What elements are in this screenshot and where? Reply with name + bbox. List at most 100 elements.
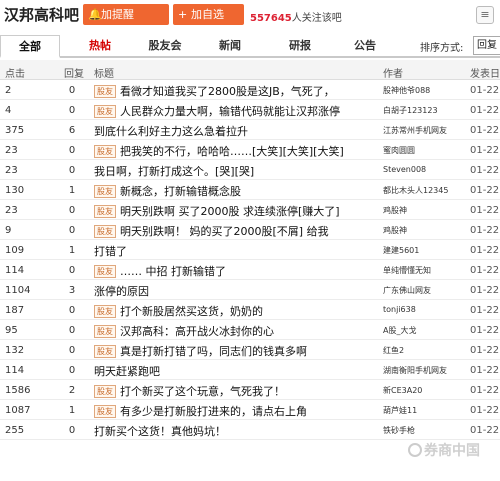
post-title-link[interactable]: 打新买个这货！真他妈坑！ bbox=[94, 423, 379, 439]
click-count: 23 bbox=[5, 145, 18, 156]
click-count: 4 bbox=[5, 105, 12, 116]
post-title-link[interactable]: 明天赶紧跑吧 bbox=[94, 363, 379, 379]
author-link[interactable]: 红鱼2 bbox=[383, 345, 465, 356]
author-link[interactable]: 葫芦娃11 bbox=[383, 405, 465, 416]
author-link[interactable]: 建建5601 bbox=[383, 245, 465, 256]
tab-news[interactable]: 新闻 bbox=[205, 35, 255, 58]
post-title-link[interactable]: 股友 看微才知道我买了2800股是这JB，气死了， bbox=[94, 83, 379, 99]
post-title-link[interactable]: 股友 真是打新打错了吗，同志们的钱真多啊 bbox=[94, 343, 379, 359]
stock-friend-badge: 股友 bbox=[94, 145, 116, 158]
post-date: 01-22 bbox=[470, 325, 500, 336]
table-row: 130 1 股友 新概念，打新输错概念股 都比木头人12345 01-22 bbox=[0, 180, 500, 200]
post-title-link[interactable]: 涨停的原因 bbox=[94, 283, 379, 299]
post-title-link[interactable]: 股友 汉邦高科：高开战火冰封你的心 bbox=[94, 323, 379, 339]
author-link[interactable]: 股神他爷088 bbox=[383, 85, 465, 96]
click-count: 95 bbox=[5, 325, 18, 336]
reply-count: 0 bbox=[68, 105, 76, 116]
bar-title[interactable]: 汉邦高科吧 bbox=[4, 4, 79, 25]
post-title-link[interactable]: 股友 打个新买了这个玩意，气死我了！ bbox=[94, 383, 379, 399]
col-clicks: 点击 bbox=[5, 69, 25, 80]
stock-friend-badge: 股友 bbox=[94, 105, 116, 118]
tab-hot[interactable]: 热帖 bbox=[75, 35, 125, 58]
stock-friend-badge: 股友 bbox=[94, 185, 116, 198]
author-link[interactable]: tonji638 bbox=[383, 305, 465, 314]
bar-header: 汉邦高科吧 🔔 加提醒 + 加自选 557645人关注该吧 ≡ bbox=[0, 0, 500, 30]
table-row: 375 6 到底什么利好主力这么急着拉升 江苏常州手机网友 01-22 bbox=[0, 120, 500, 140]
author-link[interactable]: 白胡子123123 bbox=[383, 105, 465, 116]
post-date: 01-22 bbox=[470, 365, 500, 376]
follower-count: 557645人关注该吧 bbox=[250, 9, 342, 24]
click-count: 114 bbox=[5, 265, 25, 276]
add-reminder-button[interactable]: 🔔 加提醒 bbox=[83, 4, 169, 25]
post-date: 01-22 bbox=[470, 105, 500, 116]
reply-count: 0 bbox=[68, 205, 76, 216]
post-title-link[interactable]: 股友 打个新股居然买这货，奶奶的 bbox=[94, 303, 379, 319]
tab-all[interactable]: 全部 bbox=[0, 35, 60, 58]
post-title-link[interactable]: 股友 新概念，打新输错概念股 bbox=[94, 183, 379, 199]
post-date: 01-22 bbox=[470, 225, 500, 236]
reply-count: 1 bbox=[68, 185, 76, 196]
author-link[interactable]: 鸡股神 bbox=[383, 205, 465, 216]
author-link[interactable]: 新CE3A20 bbox=[383, 385, 465, 396]
post-title-link[interactable]: 打错了 bbox=[94, 243, 379, 259]
post-date: 01-22 bbox=[470, 305, 500, 316]
post-title-link[interactable]: 我日啊，打新打成这个。[哭][哭] bbox=[94, 163, 379, 179]
author-link[interactable]: 湖南衡阳手机网友 bbox=[383, 365, 465, 376]
reply-count: 0 bbox=[68, 325, 76, 336]
post-date: 01-22 bbox=[470, 145, 500, 156]
click-count: 130 bbox=[5, 185, 25, 196]
post-title-text: 涨停的原因 bbox=[94, 285, 149, 298]
post-title-text: 到底什么利好主力这么急着拉升 bbox=[94, 125, 248, 138]
author-link[interactable]: 江苏常州手机网友 bbox=[383, 125, 465, 136]
post-title-text: 把我笑的不行，哈哈哈……[大笑][大笑][大笑] bbox=[120, 145, 344, 158]
bell-icon: 🔔 bbox=[88, 8, 102, 21]
post-title-text: 真是打新打错了吗，同志们的钱真多啊 bbox=[120, 345, 307, 358]
post-title-text: 新概念，打新输错概念股 bbox=[120, 185, 241, 198]
click-count: 23 bbox=[5, 165, 18, 176]
click-count: 1586 bbox=[5, 385, 31, 396]
author-link[interactable]: 单纯懵懂无知 bbox=[383, 265, 465, 276]
post-title-link[interactable]: 股友 把我笑的不行，哈哈哈……[大笑][大笑][大笑] bbox=[94, 143, 379, 159]
reply-count: 6 bbox=[68, 125, 76, 136]
click-count: 1104 bbox=[5, 285, 31, 296]
post-title-text: 打新买个这货！真他妈坑！ bbox=[94, 425, 226, 438]
author-link[interactable]: 都比木头人12345 bbox=[383, 185, 465, 196]
author-link[interactable]: Steven008 bbox=[383, 165, 465, 174]
add-favorite-button[interactable]: + 加自选 bbox=[173, 4, 244, 25]
col-title: 标题 bbox=[94, 69, 114, 80]
stock-friend-badge: 股友 bbox=[94, 205, 116, 218]
tab-announcement[interactable]: 公告 bbox=[340, 35, 390, 58]
post-title-link[interactable]: 股友 人民群众力量大啊，输错代码就能让汉邦涨停 bbox=[94, 103, 379, 119]
author-link[interactable]: 鸡股神 bbox=[383, 225, 465, 236]
post-title-link[interactable]: 股友 …… 中招 打新输错了 bbox=[94, 263, 379, 279]
table-row: 1104 3 涨停的原因 广东佛山网友 01-22 bbox=[0, 280, 500, 300]
sort-select[interactable]: 回复 bbox=[473, 36, 500, 55]
post-title-link[interactable]: 到底什么利好主力这么急着拉升 bbox=[94, 123, 379, 139]
click-count: 132 bbox=[5, 345, 25, 356]
click-count: 255 bbox=[5, 425, 25, 436]
col-date: 发表日 bbox=[470, 69, 500, 80]
tab-bar: 全部 热帖 股友会 新闻 研报 公告 排序方式: 回复 bbox=[0, 35, 500, 58]
post-title-text: 明天别跌啊 买了2000股 求连续涨停[赚大了] bbox=[120, 205, 340, 218]
post-title-text: 我日啊，打新打成这个。[哭][哭] bbox=[94, 165, 255, 178]
click-count: 114 bbox=[5, 365, 25, 376]
post-title-link[interactable]: 股友 明天别跌啊！ 妈的买了2000股[不屑] 给我 bbox=[94, 223, 379, 239]
follower-text: 人关注该吧 bbox=[291, 13, 342, 24]
menu-icon[interactable]: ≡ bbox=[476, 6, 494, 24]
reply-count: 3 bbox=[68, 285, 76, 296]
author-link[interactable]: 广东佛山网友 bbox=[383, 285, 465, 296]
stock-friend-badge: 股友 bbox=[94, 225, 116, 238]
post-title-text: 打个新股居然买这货，奶奶的 bbox=[120, 305, 263, 318]
reply-count: 0 bbox=[68, 145, 76, 156]
post-title-link[interactable]: 股友 有多少是打新股打进来的，请点右上角 bbox=[94, 403, 379, 419]
watermark: 券商中国 bbox=[408, 440, 480, 460]
sort-label: 排序方式: bbox=[420, 43, 464, 54]
author-link[interactable]: A股_大戈 bbox=[383, 325, 465, 336]
post-title-link[interactable]: 股友 明天别跌啊 买了2000股 求连续涨停[赚大了] bbox=[94, 203, 379, 219]
author-link[interactable]: 铁砂手枪 bbox=[383, 425, 465, 436]
tab-research[interactable]: 研报 bbox=[270, 35, 330, 58]
stock-friend-badge: 股友 bbox=[94, 325, 116, 338]
author-link[interactable]: 蜜肉圆圆 bbox=[383, 145, 465, 156]
tab-stock-club[interactable]: 股友会 bbox=[140, 35, 190, 58]
reply-count: 0 bbox=[68, 305, 76, 316]
